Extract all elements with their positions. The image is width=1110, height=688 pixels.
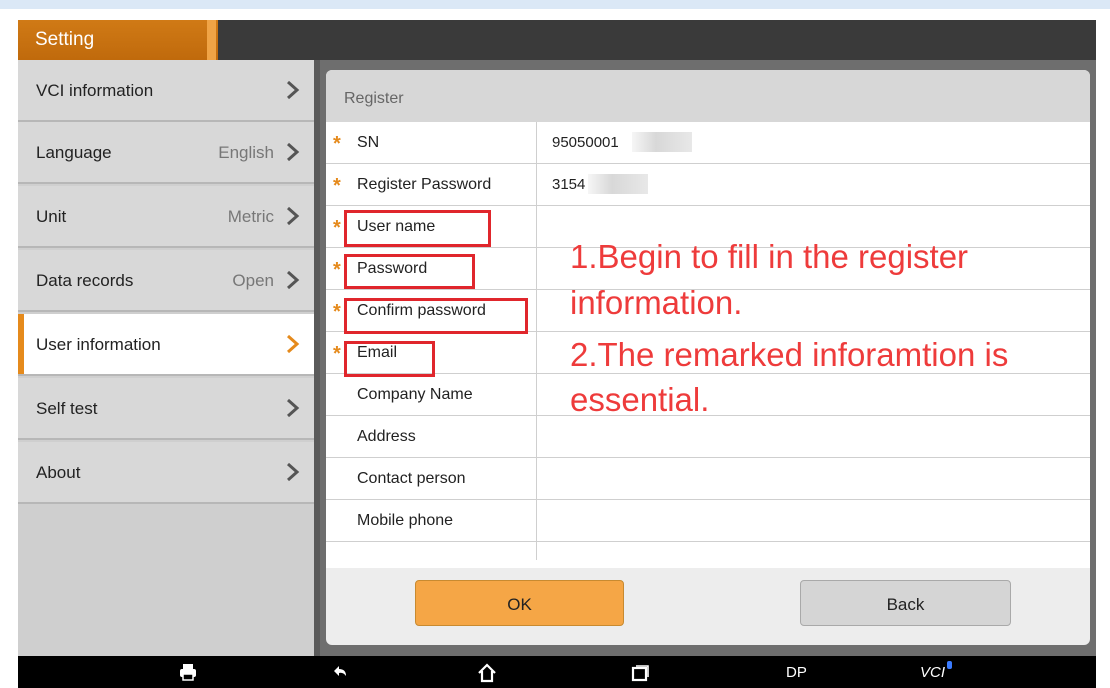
chevron-right-icon — [287, 462, 300, 482]
annotation-line-2: information. — [570, 284, 743, 321]
redacted-mask — [632, 132, 692, 152]
menu-item-vci-information[interactable]: VCI information — [18, 60, 314, 122]
chevron-right-icon — [287, 142, 300, 162]
ok-button-label: OK — [507, 595, 532, 614]
menu-item-unit[interactable]: Unit Metric — [18, 186, 314, 248]
highlight-user-name — [344, 210, 491, 247]
form-row-register-password[interactable]: * Register Password 3154 — [326, 164, 1090, 206]
settings-menu: VCI information Language English Unit Me… — [18, 60, 314, 656]
annotation-line-4: essential. — [570, 381, 710, 418]
right-margin — [1096, 9, 1110, 688]
screen: Setting VCI information Language English… — [0, 0, 1110, 688]
sn-value: 95050001 — [552, 134, 619, 151]
menu-item-self-test[interactable]: Self test — [18, 378, 314, 440]
highlight-email — [344, 341, 435, 377]
field-label: Contact person — [357, 470, 466, 487]
dp-button[interactable]: DP — [786, 664, 807, 681]
back-button-label: Back — [886, 595, 925, 614]
window-top-border — [0, 0, 1110, 9]
chevron-right-icon — [287, 80, 300, 100]
left-margin — [0, 9, 18, 688]
menu-item-user-information[interactable]: User information — [18, 314, 314, 376]
register-title: Register — [344, 90, 404, 107]
menu-item-language[interactable]: Language English — [18, 122, 314, 184]
register-password-value: 3154 — [552, 176, 586, 193]
page-title: Setting — [35, 29, 95, 50]
field-label: Register Password — [357, 176, 492, 193]
highlight-confirm-password — [344, 298, 528, 334]
menu-item-label: Unit — [36, 207, 67, 226]
chevron-right-icon — [287, 334, 300, 354]
form-row-sn[interactable]: * SN 95050001 — [326, 122, 1090, 164]
menu-item-label: About — [36, 463, 81, 482]
register-header: Register — [326, 70, 1090, 122]
menu-item-label: Data records — [36, 271, 134, 290]
redacted-mask — [588, 174, 648, 194]
chevron-right-icon — [287, 398, 300, 418]
menu-item-about[interactable]: About — [18, 442, 314, 504]
column-divider — [536, 122, 537, 560]
menu-item-label: Language — [36, 143, 112, 162]
chevron-right-icon — [287, 270, 300, 290]
menu-item-label: User information — [36, 335, 161, 354]
vci-button[interactable]: VCI — [920, 664, 945, 681]
field-label: SN — [357, 134, 380, 151]
title-tab-separator — [207, 20, 216, 60]
menu-item-value: English — [218, 143, 274, 162]
menu-item-label: VCI information — [36, 81, 154, 100]
annotation-line-1: 1.Begin to fill in the register — [570, 238, 969, 275]
field-label: Address — [357, 428, 416, 445]
asterisk-icon: * — [333, 217, 341, 239]
field-label: Mobile phone — [357, 512, 454, 529]
chevron-right-icon — [287, 206, 300, 226]
menu-item-value: Metric — [227, 207, 274, 226]
asterisk-icon: * — [333, 175, 341, 197]
home-icon[interactable] — [476, 662, 498, 684]
highlight-password — [344, 254, 475, 289]
asterisk-icon: * — [333, 343, 341, 365]
ok-button[interactable]: OK — [415, 580, 624, 626]
form-row-contact-person[interactable]: Contact person — [326, 458, 1090, 500]
bluetooth-status-icon — [947, 661, 952, 669]
menu-item-data-records[interactable]: Data records Open — [18, 250, 314, 312]
recent-apps-icon[interactable] — [630, 663, 650, 683]
asterisk-icon: * — [333, 301, 341, 323]
asterisk-icon: * — [333, 259, 341, 281]
form-row-mobile-phone[interactable]: Mobile phone — [326, 500, 1090, 542]
form-row-address[interactable]: Address — [326, 416, 1090, 458]
print-icon[interactable] — [178, 662, 198, 682]
back-button[interactable]: Back — [800, 580, 1011, 626]
field-label: Company Name — [357, 386, 473, 403]
back-icon[interactable] — [330, 663, 350, 683]
menu-item-label: Self test — [36, 399, 98, 418]
menu-item-value: Open — [232, 271, 274, 290]
asterisk-icon: * — [333, 133, 341, 155]
annotation-line-3: 2.The remarked inforamtion is — [570, 336, 1009, 373]
